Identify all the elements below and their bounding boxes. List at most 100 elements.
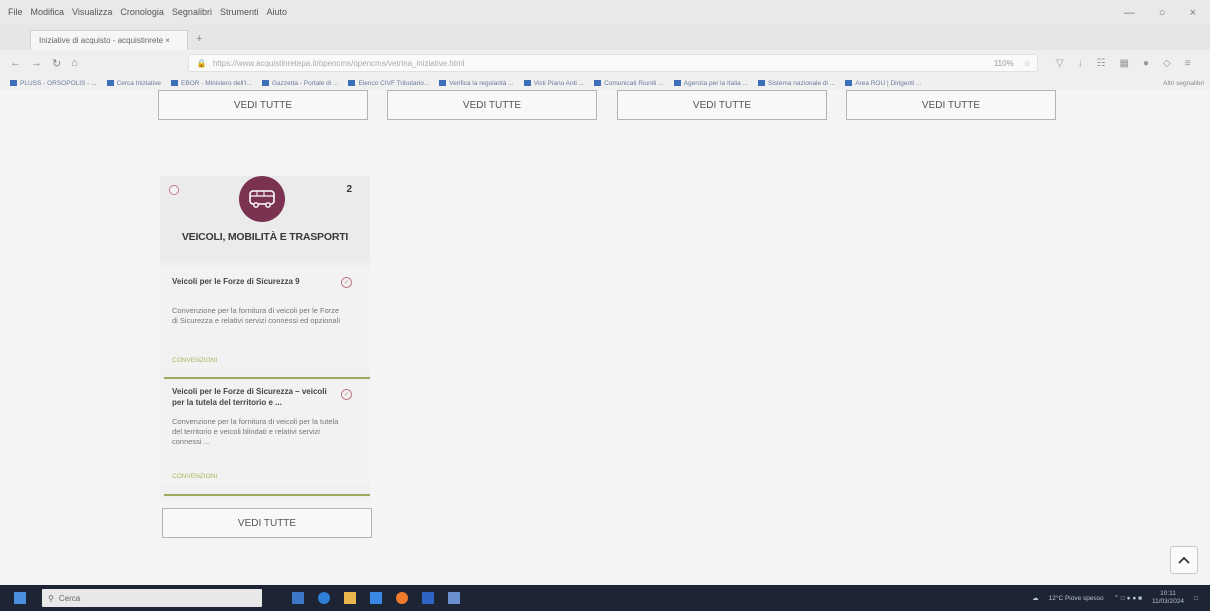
bookmark-item[interactable]: Gazzetta - Portale di ... <box>261 79 339 87</box>
bookmarks-bar: PLUSS - ORSOPOLIS - ... Cerca Iniziative E… <box>0 76 1210 90</box>
item-title[interactable]: Veicoli per le Forze di Sicurezza – veic… <box>172 386 332 408</box>
bookmark-label: PLUSS - ORSOPOLIS - ... <box>20 79 97 87</box>
menu-item[interactable]: Strumenti <box>220 7 259 17</box>
bookmark-label: Visti Piano Anti ... <box>533 79 585 87</box>
store-icon[interactable] <box>370 592 382 604</box>
item-divider <box>164 494 370 496</box>
vedi-tutte-button-2[interactable]: VEDI TUTTE <box>387 90 597 120</box>
file-explorer-icon[interactable] <box>344 592 356 604</box>
bookmark-item[interactable]: Visti Piano Anti ... <box>523 79 585 87</box>
bookmark-label: Verifica la regolarità ... <box>449 79 514 87</box>
forward-icon[interactable]: → <box>31 57 42 69</box>
bookmark-label: Gazzetta - Portale di ... <box>271 79 339 87</box>
menu-item[interactable]: File <box>8 7 23 17</box>
zoom-level[interactable]: 110% <box>994 59 1014 68</box>
new-tab-icon[interactable]: + <box>196 33 202 45</box>
download-icon[interactable]: ↓ <box>1078 58 1083 69</box>
menu-item[interactable]: Modifica <box>31 7 65 17</box>
menu-item[interactable]: Aiuto <box>266 7 287 17</box>
bookmark-favicon-icon <box>845 79 853 86</box>
item-description: Convenzione per la fornitura di veicoli … <box>172 417 339 446</box>
clock-time: 10:11 <box>1160 590 1176 597</box>
extensions-icon[interactable]: ◇ <box>1163 58 1171 69</box>
bookmark-item[interactable]: Verifica la regolarità ... <box>439 79 514 87</box>
notification-icon[interactable]: □ <box>1194 595 1198 602</box>
category-card-veicoli: 2 VEICOLI, MOBILITÀ E TRASPORTI Veicoli … <box>160 176 370 501</box>
list-item-2[interactable]: Veicoli per le Forze di Sicurezza – veic… <box>160 381 370 484</box>
search-placeholder: Cerca <box>58 593 81 603</box>
edge-icon[interactable] <box>318 592 330 604</box>
bookmark-favicon-icon <box>10 79 17 86</box>
bookmark-favicon-icon <box>523 79 531 86</box>
outlook-icon[interactable] <box>422 592 434 604</box>
weather-icon[interactable]: ☁ <box>1032 594 1039 602</box>
tab-title: Iniziative di acquisto - acquistinrete × <box>39 36 170 45</box>
other-bookmarks[interactable]: Altri segnalibri <box>1163 80 1204 87</box>
bookmark-item[interactable]: Sistema nazionale di ... <box>758 80 835 87</box>
bookmark-favicon-icon <box>673 79 681 86</box>
browser-tab[interactable]: Iniziative di acquisto - acquistinrete × <box>30 30 188 50</box>
check-circle-icon[interactable]: ✓ <box>341 389 352 400</box>
windows-start-icon[interactable] <box>14 592 26 604</box>
menu-item[interactable]: Cronologia <box>120 7 164 17</box>
card-bookmark-icon[interactable] <box>169 185 179 195</box>
bookmark-label: Agenzia per la Italia ... <box>683 79 748 87</box>
menu-items: File Modifica Visualizza Cronologia Segnalib… <box>0 7 287 17</box>
vedi-tutte-button-card[interactable]: VEDI TUTTE <box>162 508 372 538</box>
item-title[interactable]: Veicoli per le Forze di Sicurezza 9 <box>172 276 332 287</box>
library-icon[interactable]: ☷ <box>1097 58 1106 69</box>
window-controls: — ○ × <box>1124 7 1196 19</box>
minimize-icon[interactable]: — <box>1124 7 1135 19</box>
bookmark-item[interactable]: EBOR - Ministero dell'I... <box>171 80 252 87</box>
star-icon[interactable]: ☆ <box>1024 59 1031 68</box>
item-type-label: CONVENZIONI <box>172 473 218 480</box>
close-icon[interactable]: × <box>1190 7 1196 19</box>
weather-text[interactable]: 12°C Piove spesso <box>1049 595 1104 602</box>
taskbar-search[interactable]: ⚲ Cerca <box>42 589 262 607</box>
task-view-icon[interactable] <box>292 592 304 604</box>
app-icon[interactable] <box>448 592 460 604</box>
reload-icon[interactable]: ↻ <box>52 57 61 70</box>
bookmark-item[interactable]: Comunicati Riuniti ... <box>594 80 664 87</box>
vedi-tutte-button-1[interactable]: VEDI TUTTE <box>158 90 368 120</box>
bookmark-item[interactable]: Area ROU | Dirigenti ... <box>845 79 922 87</box>
bookmark-item[interactable]: Cerca Iniziative <box>106 79 162 87</box>
bookmark-label: Area ROU | Dirigenti ... <box>855 79 922 87</box>
vedi-tutte-button-4[interactable]: VEDI TUTTE <box>846 90 1056 120</box>
bookmark-item[interactable]: Agenzia per la Italia ... <box>673 79 748 87</box>
browser-menubar: File Modifica Visualizza Cronologia Segnalib… <box>0 0 1210 24</box>
home-icon[interactable]: ⌂ <box>71 57 78 69</box>
card-title: VEICOLI, MOBILITÀ E TRASPORTI <box>181 231 349 243</box>
sidebar-icon[interactable]: ▦ <box>1120 58 1129 69</box>
menu-item[interactable]: Segnalibri <box>172 7 212 17</box>
chevron-up-icon[interactable] <box>1170 546 1198 574</box>
bookmark-favicon-icon <box>439 79 447 86</box>
address-bar[interactable]: 🔒 https://www.acquistinretepa.it/opencms… <box>187 54 1038 72</box>
bookmark-item[interactable]: PLUSS - ORSOPOLIS - ... <box>10 80 97 87</box>
list-item-1[interactable]: Veicoli per le Forze di Sicurezza 9 ✓ Co… <box>160 268 370 370</box>
menu-icon[interactable]: ≡ <box>1185 58 1191 69</box>
bookmark-favicon-icon <box>171 79 179 86</box>
url-text: https://www.acquistinretepa.it/opencms/o… <box>212 58 465 68</box>
bookmark-item[interactable]: Elenco CIVF Tributario... <box>348 80 429 87</box>
bookmark-favicon-icon <box>594 79 602 86</box>
toolbar-icons: ▽ ↓ ☷ ▦ ● ◇ ≡ <box>1056 58 1191 69</box>
card-count: 2 <box>346 184 352 195</box>
maximize-icon[interactable]: ○ <box>1159 7 1166 19</box>
item-description: Convenzione per la fornitura di veicoli … <box>172 306 340 325</box>
menu-item[interactable]: Visualizza <box>72 7 112 17</box>
firefox-icon[interactable] <box>396 592 408 604</box>
system-tray: ☁ 12°C Piove spesso ⌃ □ ● ● ■ 10:11 11/0… <box>1032 590 1198 606</box>
pocket-icon[interactable]: ▽ <box>1056 58 1064 69</box>
page-content: VEDI TUTTE VEDI TUTTE VEDI TUTTE VEDI TU… <box>0 90 1210 585</box>
bookmark-label: Cerca Iniziative <box>116 79 162 87</box>
back-icon[interactable]: ← <box>10 57 21 69</box>
clock[interactable]: 10:11 11/03/2024 <box>1152 590 1184 606</box>
navigation-bar: ← → ↻ ⌂ 🔒 https://www.acquistinretepa.it… <box>0 50 1210 76</box>
item-divider <box>164 377 370 379</box>
check-circle-icon[interactable]: ✓ <box>341 277 352 288</box>
tray-icons[interactable]: ⌃ □ ● ● ■ <box>1114 594 1142 602</box>
bookmark-favicon-icon <box>348 79 356 86</box>
vedi-tutte-button-3[interactable]: VEDI TUTTE <box>617 90 827 120</box>
account-icon[interactable]: ● <box>1143 58 1149 69</box>
